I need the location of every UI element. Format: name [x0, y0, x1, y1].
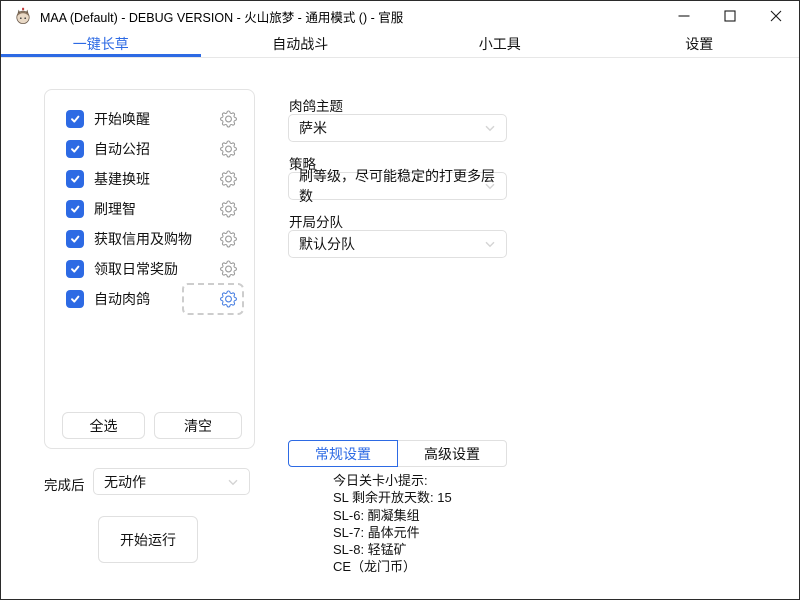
task-row-recruit: 自动公招 [45, 134, 254, 164]
chevron-down-icon [225, 474, 241, 490]
gear-icon[interactable] [220, 261, 237, 278]
tip-line: CE（龙门币） [333, 558, 452, 575]
task-label[interactable]: 自动肉鸽 [94, 289, 150, 309]
task-label[interactable]: 获取信用及购物 [94, 229, 192, 249]
checkbox-recruit[interactable] [66, 140, 84, 158]
app-window: MAA (Default) - DEBUG VERSION - 火山旅梦 - 通… [0, 0, 800, 600]
checkbox-roguelike[interactable] [66, 290, 84, 308]
squad-dropdown[interactable]: 默认分队 [288, 230, 507, 258]
maximize-icon [724, 10, 736, 22]
tip-line: SL-6: 酮凝集组 [333, 507, 452, 524]
main-tab-bar: 一键长草 自动战斗 小工具 设置 [1, 31, 799, 58]
close-icon [770, 10, 782, 22]
task-row-rewards: 领取日常奖励 [45, 254, 254, 284]
chevron-down-icon [482, 120, 498, 136]
task-label[interactable]: 自动公招 [94, 139, 150, 159]
roguelike-theme-label: 肉鸽主题 [289, 95, 343, 115]
app-logo-icon [14, 7, 32, 25]
start-run-button[interactable]: 开始运行 [98, 516, 198, 563]
task-label[interactable]: 基建换班 [94, 169, 150, 189]
strategy-dropdown[interactable]: 刷等级，尽可能稳定的打更多层数 [288, 172, 507, 200]
title-bar: MAA (Default) - DEBUG VERSION - 火山旅梦 - 通… [1, 1, 799, 31]
task-rows: 开始唤醒 自动公招 基建换班 刷理智 获取信用及购物 [45, 104, 254, 314]
task-row-infrast: 基建换班 [45, 164, 254, 194]
task-row-credit: 获取信用及购物 [45, 224, 254, 254]
checkbox-infrast[interactable] [66, 170, 84, 188]
gear-icon[interactable] [220, 141, 237, 158]
select-all-button[interactable]: 全选 [62, 412, 145, 439]
task-list-card: 开始唤醒 自动公招 基建换班 刷理智 获取信用及购物 [44, 89, 255, 449]
general-settings-button[interactable]: 常规设置 [288, 440, 398, 467]
gear-icon[interactable] [220, 171, 237, 188]
minimize-button[interactable] [661, 1, 707, 31]
advanced-settings-button[interactable]: 高级设置 [397, 440, 507, 467]
checkbox-sanity[interactable] [66, 200, 84, 218]
checkbox-credit[interactable] [66, 230, 84, 248]
squad-value: 默认分队 [299, 234, 355, 254]
gear-icon[interactable] [220, 231, 237, 248]
clear-button[interactable]: 清空 [154, 412, 242, 439]
after-completion-value: 无动作 [104, 472, 146, 492]
gear-icon[interactable] [220, 111, 237, 128]
task-label[interactable]: 开始唤醒 [94, 109, 150, 129]
after-completion-label: 完成后 [44, 474, 85, 494]
roguelike-theme-value: 萨米 [299, 118, 327, 138]
maximize-button[interactable] [707, 1, 753, 31]
tab-settings[interactable]: 设置 [600, 31, 800, 57]
minimize-icon [678, 10, 690, 22]
strategy-value: 刷等级，尽可能稳定的打更多层数 [299, 166, 506, 206]
settings-mode-segmented-control: 常规设置 高级设置 [288, 440, 507, 467]
window-title: MAA (Default) - DEBUG VERSION - 火山旅梦 - 通… [40, 7, 403, 26]
roguelike-theme-dropdown[interactable]: 萨米 [288, 114, 507, 142]
window-controls [661, 1, 799, 31]
gear-icon[interactable] [220, 201, 237, 218]
gear-icon-active[interactable] [220, 291, 237, 308]
tab-copilot[interactable]: 自动战斗 [201, 31, 401, 57]
daily-stage-tips: 今日关卡小提示: SL 剩余开放天数: 15 SL-6: 酮凝集组 SL-7: … [333, 472, 452, 576]
chevron-down-icon [482, 178, 498, 194]
squad-label: 开局分队 [289, 211, 343, 231]
tab-tools[interactable]: 小工具 [400, 31, 600, 57]
tab-farming[interactable]: 一键长草 [1, 31, 201, 57]
task-label[interactable]: 领取日常奖励 [94, 259, 178, 279]
task-label[interactable]: 刷理智 [94, 199, 136, 219]
tip-line: SL 剩余开放天数: 15 [333, 489, 452, 506]
checkbox-wakeup[interactable] [66, 110, 84, 128]
task-row-wakeup: 开始唤醒 [45, 104, 254, 134]
chevron-down-icon [482, 236, 498, 252]
tip-line: SL-7: 晶体元件 [333, 524, 452, 541]
task-row-roguelike: 自动肉鸽 [45, 284, 254, 314]
tip-line: 今日关卡小提示: [333, 472, 452, 489]
after-completion-dropdown[interactable]: 无动作 [93, 468, 250, 495]
checkbox-rewards[interactable] [66, 260, 84, 278]
close-button[interactable] [753, 1, 799, 31]
tip-line: SL-8: 轻锰矿 [333, 541, 452, 558]
task-row-sanity: 刷理智 [45, 194, 254, 224]
